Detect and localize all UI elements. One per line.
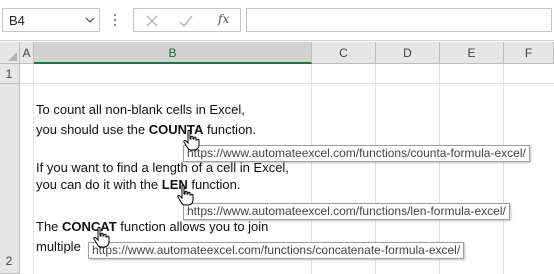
row-number: 1 (5, 67, 13, 81)
check-icon[interactable] (178, 13, 194, 29)
cell-line-4: you can do it with the LEN function. (36, 177, 241, 192)
column-header-b[interactable]: B (34, 42, 312, 64)
formula-input[interactable] (246, 8, 552, 32)
hand-cursor-icon (183, 129, 200, 151)
cell-line-1: To count all non-blank cells in Excel, (36, 102, 245, 117)
cell-line-2: you should use the COUNTA function. (36, 122, 257, 137)
hand-cursor-icon (93, 226, 110, 248)
select-all-button[interactable] (0, 42, 20, 64)
gridline (20, 83, 554, 84)
name-box-value: B4 (9, 13, 25, 28)
cancel-icon[interactable] (144, 13, 160, 29)
column-header-d[interactable]: D (376, 42, 440, 64)
row-header-1[interactable]: 1 (0, 64, 20, 84)
hyperlink-tooltip-concat: https://www.automateexcel.com/functions/… (88, 242, 465, 259)
chevron-down-icon[interactable] (85, 15, 95, 25)
column-header-c[interactable]: C (312, 42, 376, 64)
hyperlink-tooltip-len: https://www.automateexcel.com/functions/… (183, 203, 510, 220)
row-number: 2 (5, 254, 13, 268)
formula-bar: B4 fx (0, 0, 554, 41)
column-header-f[interactable]: F (504, 42, 554, 64)
insert-function-button[interactable]: fx (218, 12, 229, 26)
cell-line-6: multiple (36, 239, 81, 254)
cell-line-5: The CONCAT function allows you to join (36, 219, 269, 234)
hyperlink-tooltip-counta: https://www.automateexcel.com/functions/… (183, 145, 530, 162)
gridline (33, 64, 34, 274)
hand-cursor-icon (177, 184, 194, 206)
cell-line-3: If you want to find a length of a cell i… (36, 160, 289, 175)
column-header-e[interactable]: E (440, 42, 504, 64)
formula-bar-buttons: fx (133, 8, 241, 32)
gridline (503, 64, 504, 274)
column-header-a[interactable]: A (20, 42, 34, 64)
row-header-2[interactable]: 2 (0, 84, 20, 274)
more-options-icon[interactable] (113, 13, 117, 27)
name-box[interactable]: B4 (2, 8, 100, 32)
